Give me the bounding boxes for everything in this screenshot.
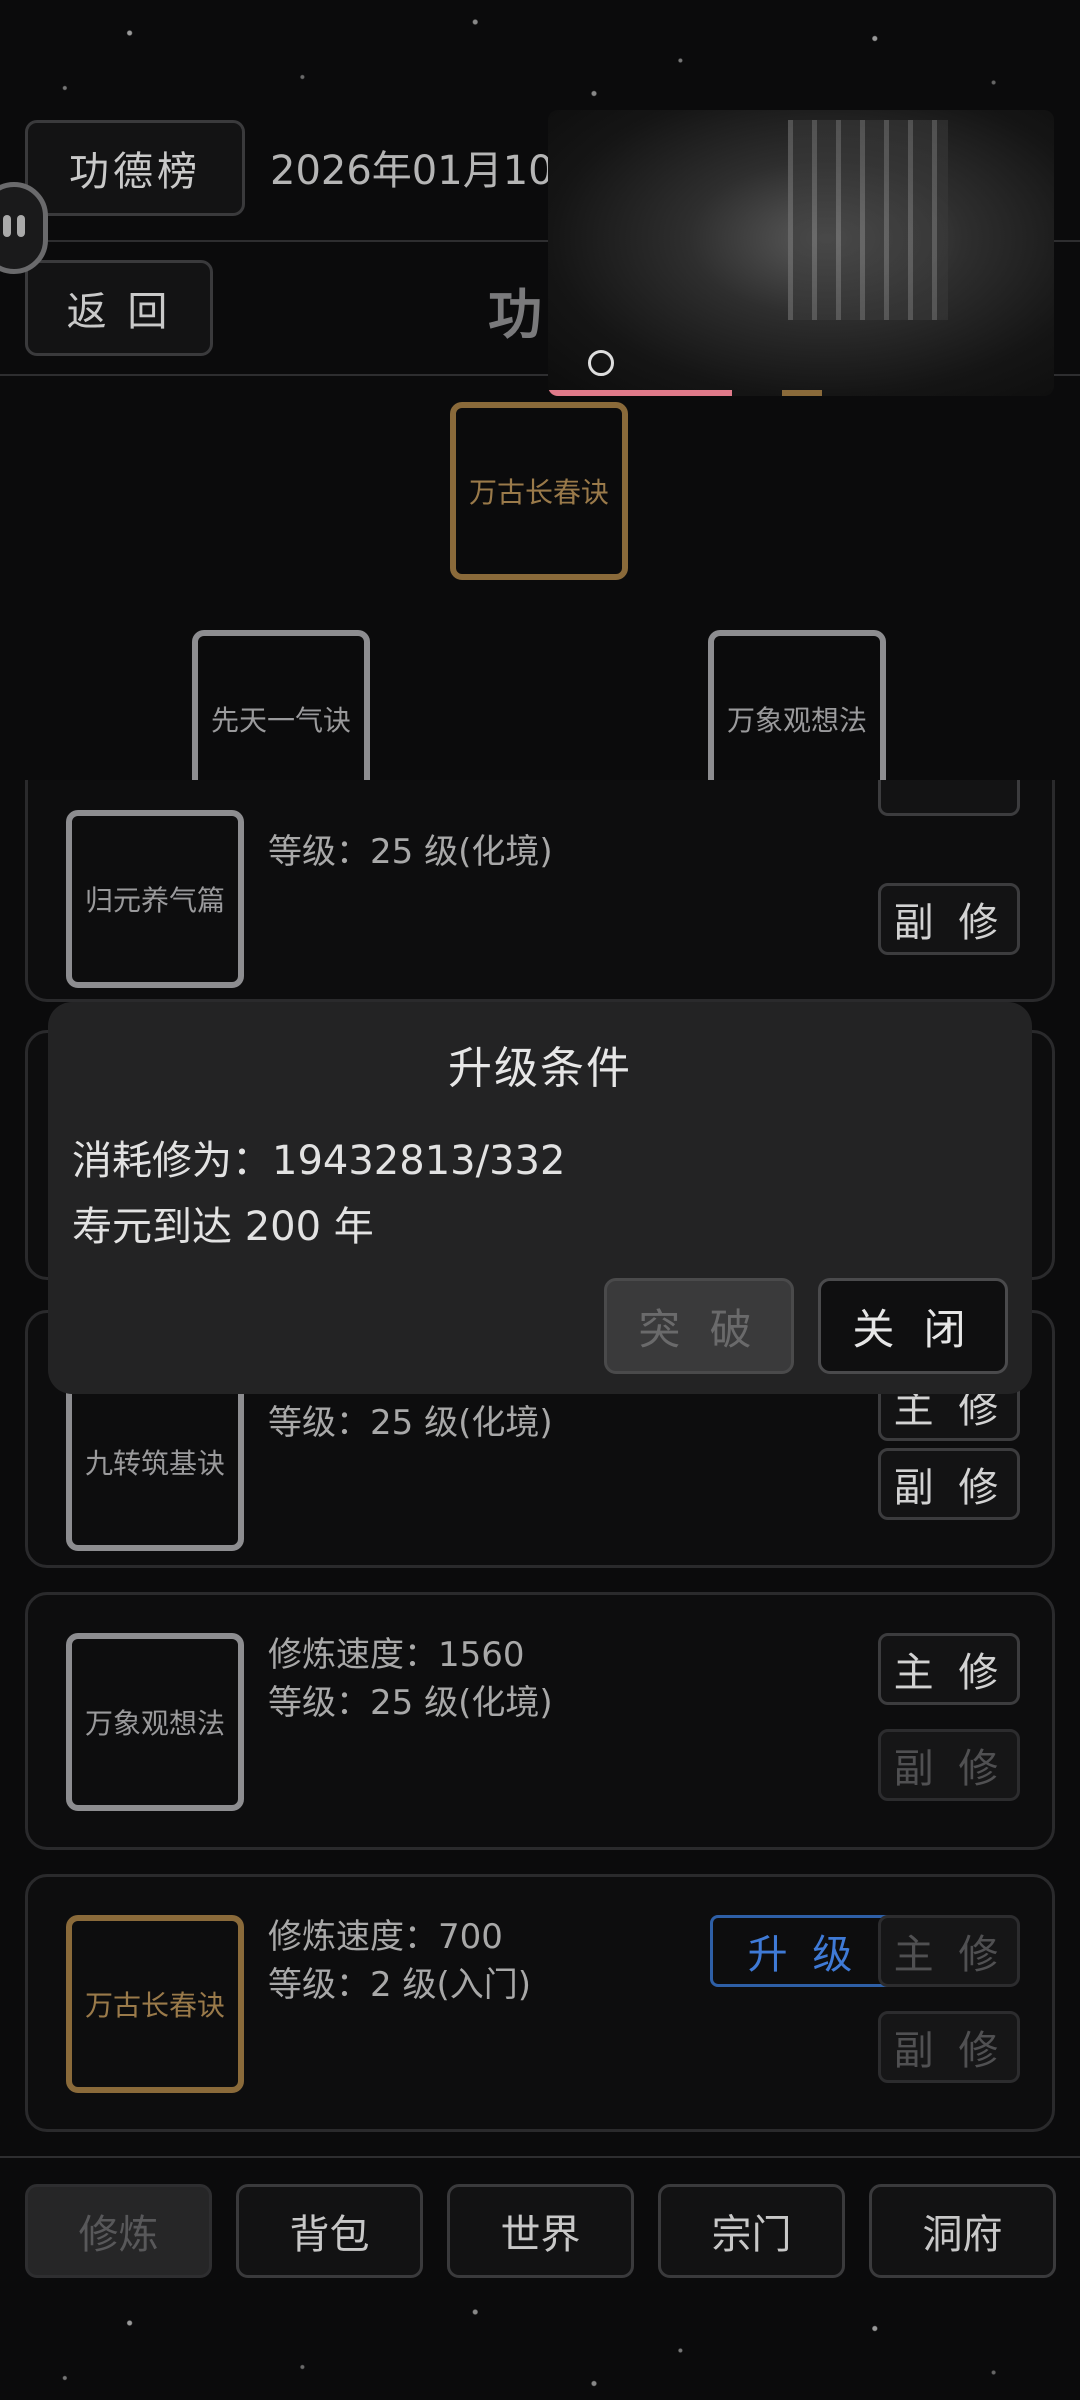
nav-cultivate[interactable]: 修炼 (25, 2184, 212, 2278)
video-overlay[interactable] (548, 110, 1054, 396)
page-title: 功 (488, 283, 542, 346)
sub-cultivate-button[interactable]: 副 修 (878, 883, 1020, 955)
nav-divider (0, 2156, 1080, 2158)
lifespan-requirement-text: 寿元到达 200 年 (72, 1204, 374, 1250)
dialog-title: 升级条件 (448, 1043, 632, 1094)
back-button[interactable]: 返 回 (25, 260, 213, 356)
skill-card: 万古长春诀 修炼速度：700 等级：2 级(入门) 升 级 主 修 副 修 (25, 1874, 1055, 2132)
video-buffer-marker (782, 390, 822, 396)
upgrade-button[interactable]: 升 级 (710, 1915, 896, 1987)
watermark-icon (588, 350, 614, 376)
skill-level: 等级：25 级(化境) (268, 1683, 553, 1723)
skill-speed: 修炼速度：1560 (268, 1635, 525, 1675)
skill-card: 万象观想法 修炼速度：1560 等级：25 级(化境) 主 修 副 修 (25, 1592, 1055, 1850)
star-background-top (0, 0, 1080, 110)
skill-icon[interactable]: 归元养气篇 (66, 810, 244, 988)
skill-level: 等级：25 级(化境) (268, 832, 553, 872)
skill-level: 等级：2 级(入门) (268, 1965, 531, 2005)
sub-cultivate-button[interactable]: 副 修 (878, 2011, 1020, 2083)
video-scene-bars (788, 120, 948, 320)
consume-cultivation-text: 消耗修为：19432813/332 (72, 1138, 566, 1184)
main-cultivate-button[interactable]: 主 修 (878, 1633, 1020, 1705)
skill-card: 归元养气篇 等级：25 级(化境) 副 修 (25, 780, 1055, 1002)
breakthrough-button[interactable]: 突 破 (604, 1278, 794, 1374)
upgrade-conditions-dialog: 升级条件 消耗修为：19432813/332 寿元到达 200 年 突 破 关 … (48, 1002, 1032, 1394)
main-cultivate-button[interactable]: 主 修 (878, 1915, 1020, 1987)
sub-cultivate-button[interactable]: 副 修 (878, 1448, 1020, 1520)
skill-level: 等级：25 级(化境) (268, 1403, 553, 1443)
star-background-bottom (0, 2290, 1080, 2400)
skill-icon[interactable]: 九转筑基诀 (66, 1373, 244, 1551)
nav-inventory[interactable]: 背包 (236, 2184, 423, 2278)
nav-cave[interactable]: 洞府 (869, 2184, 1056, 2278)
skill-icon[interactable]: 万古长春诀 (66, 1915, 244, 2093)
eye-icon (17, 215, 25, 237)
sub-cultivate-button[interactable]: 副 修 (878, 1729, 1020, 1801)
skill-speed: 修炼速度：700 (268, 1917, 503, 1957)
eye-icon (3, 215, 11, 237)
nav-sect[interactable]: 宗门 (658, 2184, 845, 2278)
skill-node-top[interactable]: 万古长春诀 (450, 402, 628, 580)
date-text: 2026年01月10 (270, 148, 554, 194)
floating-assistant-button[interactable] (0, 182, 48, 274)
nav-world[interactable]: 世界 (447, 2184, 634, 2278)
main-cultivate-button[interactable] (878, 780, 1020, 816)
leaderboard-button[interactable]: 功德榜 (25, 120, 245, 216)
close-button[interactable]: 关 闭 (818, 1278, 1008, 1374)
skill-icon[interactable]: 万象观想法 (66, 1633, 244, 1811)
video-progress (548, 390, 732, 396)
